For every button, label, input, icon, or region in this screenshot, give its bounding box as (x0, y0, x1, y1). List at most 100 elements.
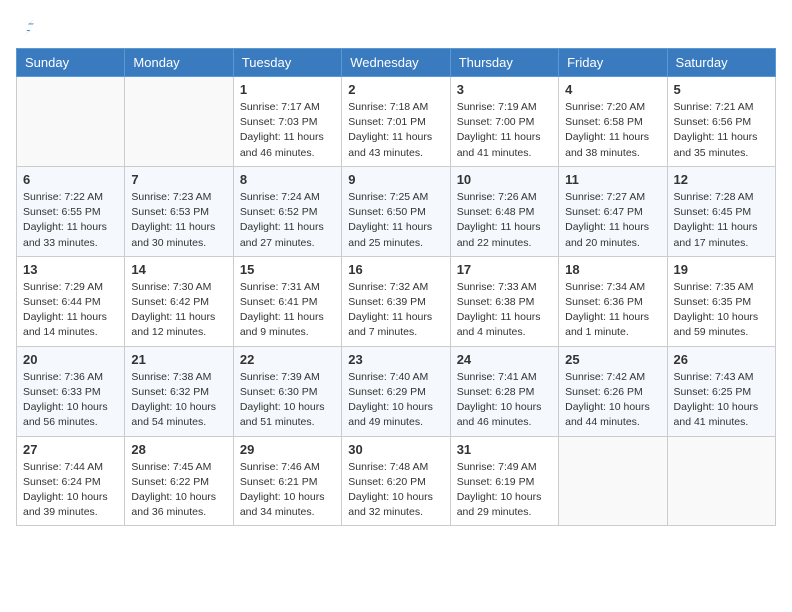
sunset-text: Sunset: 7:03 PM (240, 115, 335, 130)
day-info: Sunrise: 7:45 AMSunset: 6:22 PMDaylight:… (131, 460, 226, 521)
calendar-cell (17, 77, 125, 167)
calendar-cell: 26Sunrise: 7:43 AMSunset: 6:25 PMDayligh… (667, 346, 775, 436)
sunrise-text: Sunrise: 7:44 AM (23, 460, 118, 475)
calendar-cell: 22Sunrise: 7:39 AMSunset: 6:30 PMDayligh… (233, 346, 341, 436)
sunrise-text: Sunrise: 7:46 AM (240, 460, 335, 475)
sunrise-text: Sunrise: 7:41 AM (457, 370, 552, 385)
daylight-text: Daylight: 10 hours and 49 minutes. (348, 400, 443, 430)
sunrise-text: Sunrise: 7:36 AM (23, 370, 118, 385)
sunrise-text: Sunrise: 7:20 AM (565, 100, 660, 115)
day-info: Sunrise: 7:25 AMSunset: 6:50 PMDaylight:… (348, 190, 443, 251)
sunrise-text: Sunrise: 7:19 AM (457, 100, 552, 115)
sunset-text: Sunset: 6:55 PM (23, 205, 118, 220)
day-info: Sunrise: 7:22 AMSunset: 6:55 PMDaylight:… (23, 190, 118, 251)
calendar-cell (667, 436, 775, 526)
sunrise-text: Sunrise: 7:48 AM (348, 460, 443, 475)
day-info: Sunrise: 7:33 AMSunset: 6:38 PMDaylight:… (457, 280, 552, 341)
day-number: 22 (240, 352, 335, 367)
daylight-text: Daylight: 11 hours and 38 minutes. (565, 130, 660, 160)
day-info: Sunrise: 7:23 AMSunset: 6:53 PMDaylight:… (131, 190, 226, 251)
calendar-cell: 21Sunrise: 7:38 AMSunset: 6:32 PMDayligh… (125, 346, 233, 436)
sunrise-text: Sunrise: 7:25 AM (348, 190, 443, 205)
weekday-header-tuesday: Tuesday (233, 49, 341, 77)
day-number: 10 (457, 172, 552, 187)
sunset-text: Sunset: 6:36 PM (565, 295, 660, 310)
day-number: 9 (348, 172, 443, 187)
calendar-cell: 20 Sunrise: 7:36 AMSunset: 6:33 PMDayligh… (17, 346, 125, 436)
sunset-text: Sunset: 6:47 PM (565, 205, 660, 220)
day-info: Sunrise: 7:36 AMSunset: 6:33 PMDaylight:… (23, 370, 118, 431)
daylight-text: Daylight: 11 hours and 4 minutes. (457, 310, 552, 340)
week-row-5: 27 Sunrise: 7:44 AMSunset: 6:24 PMDayligh… (17, 436, 776, 526)
daylight-text: Daylight: 11 hours and 30 minutes. (131, 220, 226, 250)
sunset-text: Sunset: 7:00 PM (457, 115, 552, 130)
calendar-cell: 23Sunrise: 7:40 AMSunset: 6:29 PMDayligh… (342, 346, 450, 436)
daylight-text: Daylight: 11 hours and 41 minutes. (457, 130, 552, 160)
sunset-text: Sunset: 6:44 PM (23, 295, 118, 310)
day-number: 4 (565, 82, 660, 97)
daylight-text: Daylight: 11 hours and 12 minutes. (131, 310, 226, 340)
calendar-cell: 9 Sunrise: 7:25 AMSunset: 6:50 PMDaylight… (342, 166, 450, 256)
sunrise-text: Sunrise: 7:42 AM (565, 370, 660, 385)
calendar-cell: 6Sunrise: 7:22 AMSunset: 6:55 PMDaylight… (17, 166, 125, 256)
calendar-cell (559, 436, 667, 526)
sunrise-text: Sunrise: 7:35 AM (674, 280, 769, 295)
day-number: 3 (457, 82, 552, 97)
logo-bird-icon (18, 16, 38, 36)
sunset-text: Sunset: 6:19 PM (457, 475, 552, 490)
weekday-header-friday: Friday (559, 49, 667, 77)
calendar-cell (125, 77, 233, 167)
day-number: 21 (131, 352, 226, 367)
day-number: 23 (348, 352, 443, 367)
day-number: 5 (674, 82, 769, 97)
logo (16, 16, 38, 36)
sunrise-text: Sunrise: 7:34 AM (565, 280, 660, 295)
sunrise-text: Sunrise: 7:26 AM (457, 190, 552, 205)
sunset-text: Sunset: 6:48 PM (457, 205, 552, 220)
calendar-cell: 24Sunrise: 7:41 AMSunset: 6:28 PMDayligh… (450, 346, 558, 436)
daylight-text: Daylight: 11 hours and 1 minute. (565, 310, 660, 340)
sunrise-text: Sunrise: 7:33 AM (457, 280, 552, 295)
calendar-cell: 19Sunrise: 7:35 AMSunset: 6:35 PMDayligh… (667, 256, 775, 346)
daylight-text: Daylight: 10 hours and 59 minutes. (674, 310, 769, 340)
day-info: Sunrise: 7:17 AMSunset: 7:03 PMDaylight:… (240, 100, 335, 161)
sunset-text: Sunset: 6:53 PM (131, 205, 226, 220)
sunset-text: Sunset: 6:45 PM (674, 205, 769, 220)
daylight-text: Daylight: 11 hours and 35 minutes. (674, 130, 769, 160)
day-number: 24 (457, 352, 552, 367)
weekday-header-wednesday: Wednesday (342, 49, 450, 77)
calendar-cell: 30Sunrise: 7:48 AMSunset: 6:20 PMDayligh… (342, 436, 450, 526)
day-number: 25 (565, 352, 660, 367)
week-row-4: 20 Sunrise: 7:36 AMSunset: 6:33 PMDayligh… (17, 346, 776, 436)
day-number: 19 (674, 262, 769, 277)
day-number: 20 (23, 352, 118, 367)
daylight-text: Daylight: 11 hours and 9 minutes. (240, 310, 335, 340)
day-info: Sunrise: 7:19 AMSunset: 7:00 PMDaylight:… (457, 100, 552, 161)
day-number: 12 (674, 172, 769, 187)
daylight-text: Daylight: 10 hours and 56 minutes. (23, 400, 118, 430)
daylight-text: Daylight: 10 hours and 34 minutes. (240, 490, 335, 520)
sunrise-text: Sunrise: 7:29 AM (23, 280, 118, 295)
day-number: 2 (348, 82, 443, 97)
sunrise-text: Sunrise: 7:28 AM (674, 190, 769, 205)
sunset-text: Sunset: 6:58 PM (565, 115, 660, 130)
week-row-2: 6Sunrise: 7:22 AMSunset: 6:55 PMDaylight… (17, 166, 776, 256)
sunrise-text: Sunrise: 7:32 AM (348, 280, 443, 295)
page-header (16, 16, 776, 36)
day-number: 1 (240, 82, 335, 97)
calendar-cell: 2Sunrise: 7:18 AMSunset: 7:01 PMDaylight… (342, 77, 450, 167)
calendar-cell: 27 Sunrise: 7:44 AMSunset: 6:24 PMDayligh… (17, 436, 125, 526)
day-number: 27 (23, 442, 118, 457)
sunset-text: Sunset: 6:32 PM (131, 385, 226, 400)
daylight-text: Daylight: 10 hours and 51 minutes. (240, 400, 335, 430)
day-number: 14 (131, 262, 226, 277)
sunrise-text: Sunrise: 7:23 AM (131, 190, 226, 205)
sunset-text: Sunset: 6:26 PM (565, 385, 660, 400)
sunrise-text: Sunrise: 7:45 AM (131, 460, 226, 475)
week-row-3: 13Sunrise: 7:29 AMSunset: 6:44 PMDayligh… (17, 256, 776, 346)
sunrise-text: Sunrise: 7:21 AM (674, 100, 769, 115)
calendar-cell: 31Sunrise: 7:49 AMSunset: 6:19 PMDayligh… (450, 436, 558, 526)
sunset-text: Sunset: 6:28 PM (457, 385, 552, 400)
calendar-cell: 8Sunrise: 7:24 AMSunset: 6:52 PMDaylight… (233, 166, 341, 256)
day-info: Sunrise: 7:44 AMSunset: 6:24 PMDaylight:… (23, 460, 118, 521)
